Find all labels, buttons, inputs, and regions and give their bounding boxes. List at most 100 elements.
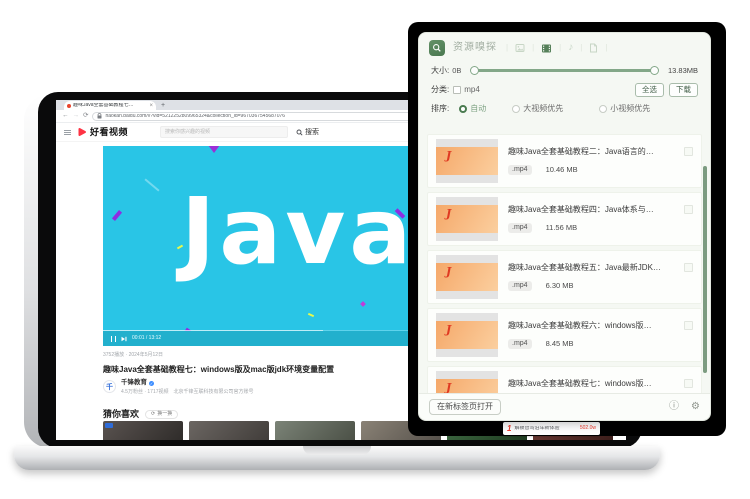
size-range-slider[interactable] <box>470 66 659 75</box>
verified-badge-icon: ✓ <box>149 380 154 386</box>
refresh-button[interactable]: ⟳ 换一换 <box>145 410 179 419</box>
item-checkbox[interactable] <box>684 263 693 272</box>
file-size: 6.30 MB <box>545 281 574 291</box>
item-checkbox[interactable] <box>684 147 693 156</box>
radio-icon <box>599 104 608 113</box>
thumb-glyph: J <box>446 381 452 393</box>
scrollbar[interactable] <box>703 166 707 373</box>
resource-title: 趣味Java全套基础教程七：windows版… <box>508 379 652 389</box>
settings-icon[interactable]: ⚙ <box>691 402 700 412</box>
sort-large-first-radio[interactable]: 大视频优先 <box>512 103 564 113</box>
mp4-checkbox[interactable] <box>453 85 462 94</box>
select-all-button[interactable]: 全选 <box>635 83 664 97</box>
url-text: haokan.baidu.com/v?vid=5212252809965324&… <box>105 113 286 119</box>
video-type-icon[interactable] <box>541 43 552 54</box>
video-thumbnail[interactable] <box>189 421 269 440</box>
channel-name: 千锋教育 <box>121 379 147 386</box>
resource-item[interactable]: J 趣味Java全套基础教程二：Java语言的… .mp4 10.46 MB <box>427 134 702 188</box>
video-overlay-text: Java <box>181 178 416 285</box>
sort-auto-label: 自动 <box>470 103 487 113</box>
tab-close-icon[interactable]: × <box>149 103 153 109</box>
file-size: 10.46 MB <box>545 165 578 175</box>
item-checkbox[interactable] <box>684 205 693 214</box>
hot-text: 解锁智驾泊车新体验 <box>514 426 560 431</box>
resource-title: 趣味Java全套基础教程六：windows版… <box>508 321 652 331</box>
document-type-icon[interactable] <box>589 43 598 53</box>
forward-icon[interactable]: → <box>73 112 80 120</box>
resource-item[interactable]: J 趣味Java全套基础教程七：windows版… .mp4 13.83 MB <box>427 366 702 393</box>
confetti <box>111 210 123 221</box>
next-icon[interactable] <box>121 336 127 342</box>
search-icon <box>296 129 303 136</box>
slider-max-handle[interactable] <box>649 66 659 75</box>
tab-title: 趣味Java全套基础教程七… <box>73 103 134 108</box>
thumb-glyph: J <box>446 265 452 278</box>
confetti <box>360 301 366 307</box>
channel-row: 千 千锋教育 ✓ 4.5万粉丝 · 1717视频 北京千锋互联科技有限公司官方账… <box>103 379 254 395</box>
video-title: 趣味Java全套基础教程七：windows版及mac版jdk环境变量配置 <box>103 365 335 374</box>
resource-item[interactable]: J 趣味Java全套基础教程六：windows版… .mp4 8.45 MB <box>427 308 702 362</box>
resource-item[interactable]: J 趣味Java全套基础教程四：Java体系与… .mp4 11.56 MB <box>427 192 702 246</box>
video-thumbnail[interactable] <box>103 421 183 440</box>
file-ext-badge: .mp4 <box>508 222 532 233</box>
pause-icon[interactable] <box>111 335 116 342</box>
new-tab-button[interactable]: + <box>161 101 165 110</box>
confetti <box>307 312 315 318</box>
channel-meta: 4.5万粉丝 · 1717视频 北京千锋互联科技有限公司官方账号 <box>121 388 254 395</box>
back-icon[interactable]: ← <box>62 112 69 120</box>
play-logo-icon <box>78 128 86 136</box>
sort-auto-radio[interactable]: 自动 <box>459 103 487 113</box>
music-type-icon[interactable]: ♪ <box>568 43 573 53</box>
slider-min-handle[interactable] <box>470 66 480 75</box>
panel-title: 资源嗅探 <box>453 42 497 53</box>
video-thumbnail[interactable] <box>275 421 355 440</box>
file-ext-badge: .mp4 <box>508 164 532 175</box>
search-button[interactable]: 搜索 <box>296 127 319 137</box>
resource-title: 趣味Java全套基础教程五：Java最新JDK… <box>508 263 661 273</box>
download-button[interactable]: 下载 <box>669 83 698 97</box>
reload-icon[interactable]: ⟳ <box>83 112 88 120</box>
thumb-glyph: J <box>446 149 452 162</box>
thumbnail-badge <box>105 423 113 428</box>
confetti <box>208 146 220 153</box>
resource-thumbnail: J <box>436 313 498 357</box>
image-type-icon[interactable] <box>515 43 525 53</box>
panel-footer: 在新标签页打开 ⓘ ⚙ <box>419 393 710 420</box>
category-label: 分类: <box>431 84 450 94</box>
confetti <box>144 178 160 192</box>
info-icon[interactable]: ⓘ <box>669 402 679 412</box>
address-bar[interactable]: haokan.baidu.com/v?vid=5212252809965324&… <box>92 111 453 121</box>
file-ext-badge: .mp4 <box>508 280 532 291</box>
open-in-new-tab-button[interactable]: 在新标签页打开 <box>429 399 501 415</box>
channel-avatar[interactable]: 千 <box>103 380 116 393</box>
time-display: 00:01 / 13:12 <box>132 335 162 341</box>
menu-icon[interactable] <box>64 129 71 135</box>
sort-small-first-radio[interactable]: 小视频优先 <box>599 103 651 113</box>
view-stats: 3752播放 · 2024年5月12日 <box>103 352 164 358</box>
size-filter-row: 大小: 0B 13.83MB <box>419 66 710 75</box>
laptop-base <box>14 446 660 470</box>
file-size: 8.45 MB <box>545 339 574 349</box>
resource-thumbnail: J <box>436 371 498 393</box>
sort-large-first-label: 大视频优先 <box>523 103 564 113</box>
size-label: 大小: <box>431 65 450 75</box>
padlock-icon <box>97 113 102 119</box>
sort-small-first-label: 小视频优先 <box>610 103 651 113</box>
search-button-label: 搜索 <box>305 129 320 136</box>
panel-header: 资源嗅探 | | | ♪ | | <box>419 33 710 58</box>
item-checkbox[interactable] <box>684 321 693 330</box>
channel-name-row[interactable]: 千锋教育 ✓ <box>121 379 254 387</box>
resource-item[interactable]: J 趣味Java全套基础教程五：Java最新JDK… .mp4 6.30 MB <box>427 250 702 304</box>
search-input[interactable]: 搜索你感兴趣的视频 <box>160 126 289 138</box>
item-checkbox[interactable] <box>684 379 693 388</box>
refresh-icon: ⟳ <box>151 411 156 417</box>
separator: | <box>532 43 535 52</box>
haokan-logo[interactable]: 好看视频 <box>77 127 128 137</box>
slider-track <box>473 69 656 72</box>
page: 趣味Java全套基础教程七… × + ← → ⟳ haokan.baidu.co… <box>0 0 750 499</box>
browser-tab[interactable]: 趣味Java全套基础教程七… × <box>64 101 156 110</box>
separator: | <box>580 43 583 52</box>
search-box: 搜索你感兴趣的视频 搜索 <box>160 126 319 138</box>
sort-label: 排序: <box>431 103 450 113</box>
hot-search-toast[interactable]: 1 解锁智驾泊车新体验 502.0w <box>503 422 600 435</box>
